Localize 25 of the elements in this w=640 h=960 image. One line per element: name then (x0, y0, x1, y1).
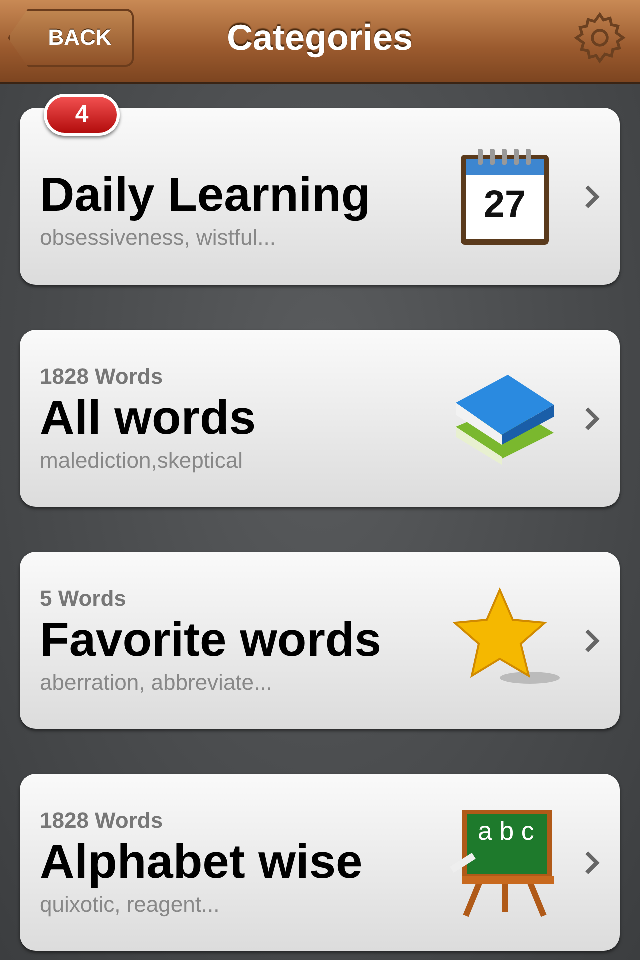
calendar-date: 27 (482, 184, 528, 226)
chalkboard-letters: a b c (478, 816, 534, 846)
sample-words: quixotic, reagent... (40, 892, 221, 918)
chevron-icon (584, 850, 600, 876)
chevron-icon (584, 406, 600, 432)
category-title: Alphabet wise (40, 834, 364, 890)
word-count: 5 Words (40, 586, 128, 612)
word-count: 1828 Words (40, 364, 164, 390)
settings-icon[interactable] (572, 10, 628, 66)
chevron-icon (584, 184, 600, 210)
category-card[interactable]: 5 Words Favorite words aberration, abbreviate... (20, 552, 620, 729)
category-card[interactable]: 1828 Words All words malediction,skeptical (20, 330, 620, 507)
calendar-icon (458, 146, 552, 246)
category-title: Daily Learning (40, 168, 372, 224)
back-button[interactable]: BACK (8, 9, 134, 67)
screen-title: Categories (226, 17, 414, 59)
word-count: 1828 Words (40, 808, 164, 834)
sample-words: malediction,skeptical (40, 448, 244, 474)
category-card[interactable]: 1828 Words Alphabet wise quixotic, reagent... a b c (20, 774, 620, 951)
category-title: Favorite words (40, 612, 382, 668)
category-title: All words (40, 390, 258, 446)
sample-words: aberration, abbreviate... (40, 670, 274, 696)
sample-words: obsessiveness, wistful... (40, 224, 277, 250)
chevron-icon (584, 628, 600, 654)
count-badge: 4 (44, 94, 120, 136)
